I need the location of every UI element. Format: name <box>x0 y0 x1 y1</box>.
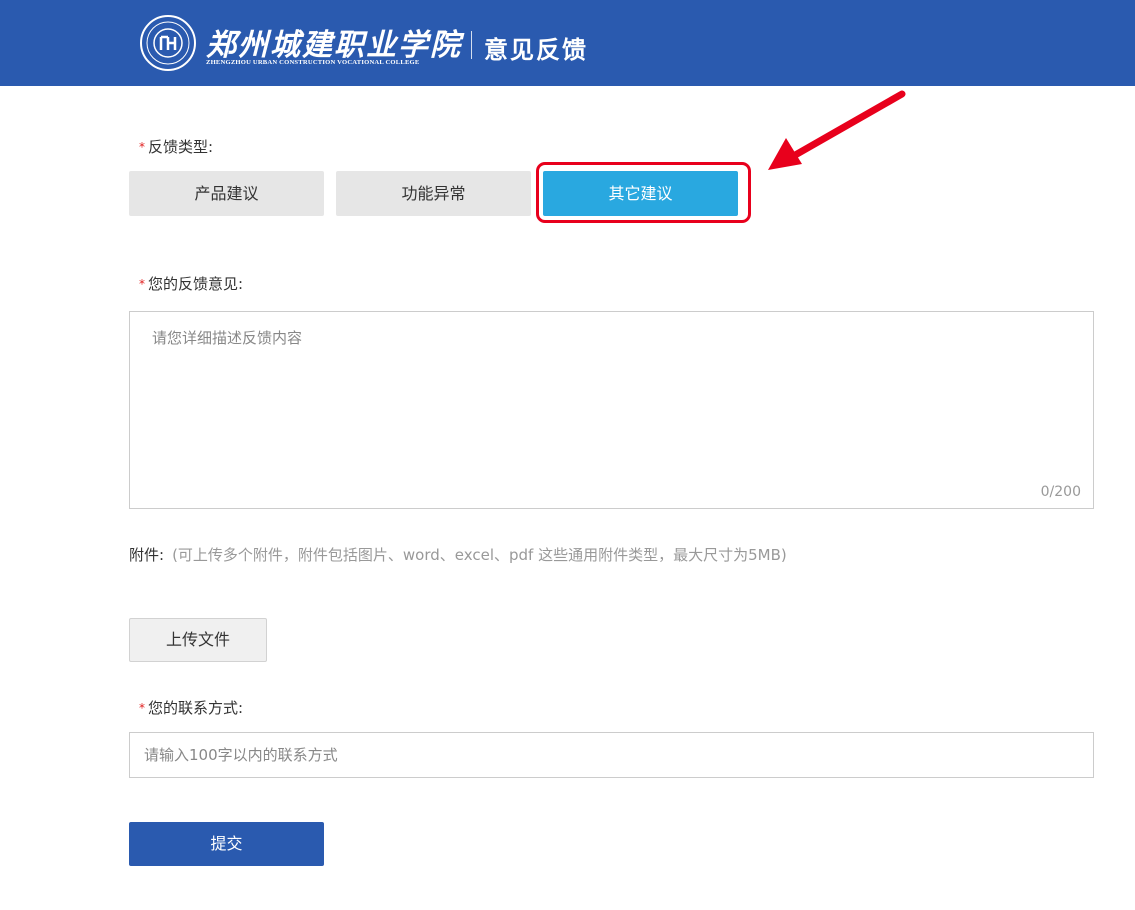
header-bar: 郑州城建职业学院 ZHENGZHOU URBAN CONSTRUCTION VO… <box>0 0 1135 86</box>
contact-input[interactable] <box>129 732 1094 778</box>
school-name-english: ZHENGZHOU URBAN CONSTRUCTION VOCATIONAL … <box>206 59 420 66</box>
attachment-hint: (可上传多个附件，附件包括图片、word、excel、pdf 这些通用附件类型，… <box>172 546 787 564</box>
contact-label-text: 您的联系方式: <box>148 699 244 717</box>
feedback-textarea[interactable] <box>130 312 1093 508</box>
annotation-arrow-icon <box>768 90 906 170</box>
feedback-content-label: * 您的反馈意见: <box>139 273 243 294</box>
required-mark: * <box>139 140 145 154</box>
type-option-product-suggestion[interactable]: 产品建议 <box>129 171 324 216</box>
attachment-line: 附件: (可上传多个附件，附件包括图片、word、excel、pdf 这些通用附件… <box>129 544 787 565</box>
required-mark: * <box>139 277 145 291</box>
header-divider <box>471 31 472 59</box>
feedback-type-label: * 反馈类型: <box>139 136 213 157</box>
page-title: 意见反馈 <box>484 35 588 64</box>
school-logo <box>140 15 196 71</box>
feedback-content-label-text: 您的反馈意见: <box>148 275 244 293</box>
feedback-type-label-text: 反馈类型: <box>148 138 214 156</box>
upload-file-button[interactable]: 上传文件 <box>129 618 267 662</box>
contact-label: * 您的联系方式: <box>139 697 243 718</box>
type-option-function-error[interactable]: 功能异常 <box>336 171 531 216</box>
submit-button[interactable]: 提交 <box>129 822 324 866</box>
attachment-label: 附件: <box>129 546 165 564</box>
school-name: 郑州城建职业学院 <box>206 28 462 63</box>
feedback-textarea-container: 0/200 <box>129 311 1094 509</box>
required-mark: * <box>139 701 145 715</box>
character-counter: 0/200 <box>1040 484 1081 500</box>
annotation-highlight-box <box>536 162 751 223</box>
